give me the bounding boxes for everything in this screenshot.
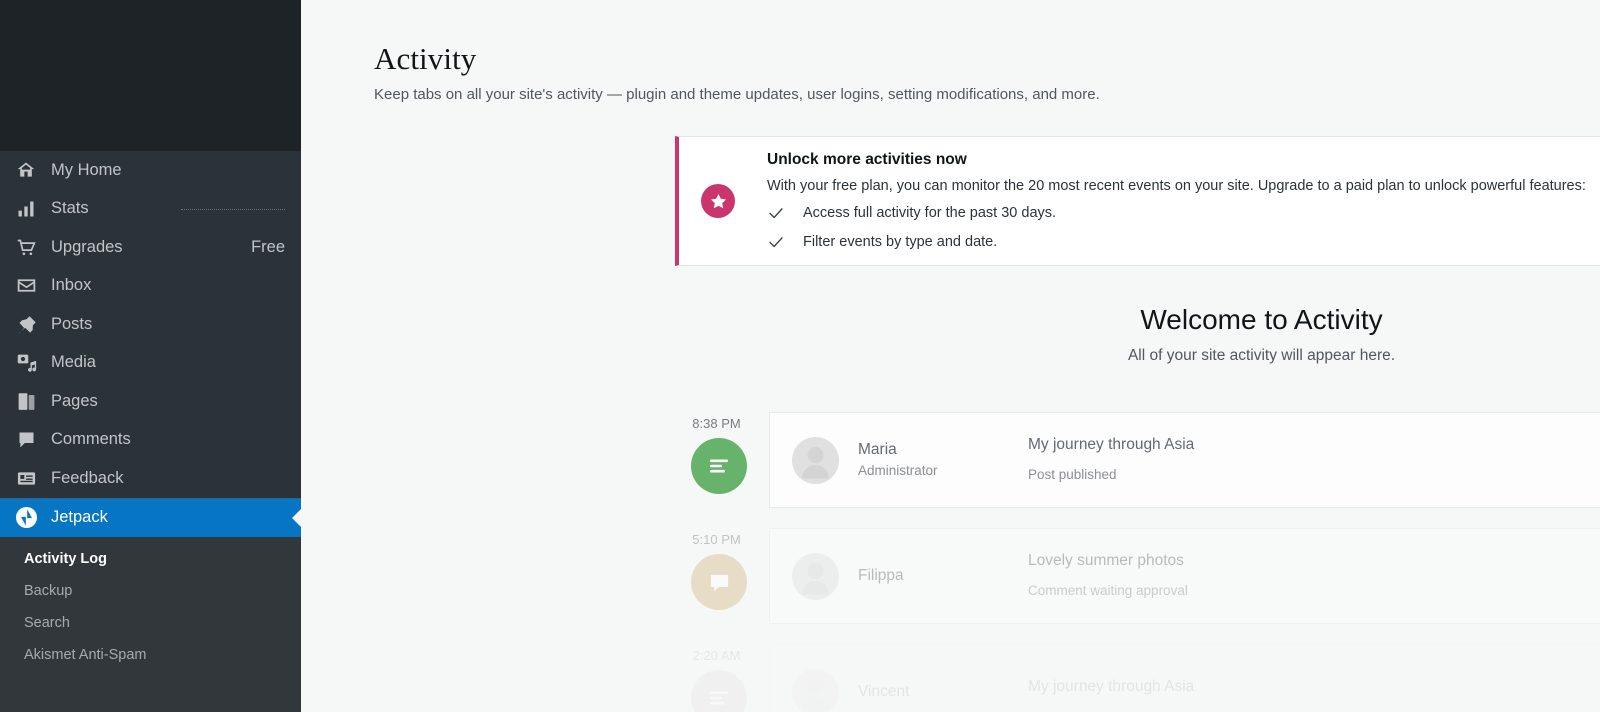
activity-detail-status: Comment waiting approval: [1028, 583, 1188, 598]
media-icon: [14, 351, 38, 375]
sidebar: My Home Stats Upgrades Free Inbox Posts …: [0, 0, 301, 712]
active-pointer-arrow: [292, 508, 301, 527]
submenu-item-activity-log[interactable]: Activity Log: [0, 543, 301, 575]
activity-row-gutter: 8:38 PM: [675, 412, 769, 494]
pages-icon: [14, 389, 38, 413]
activity-detail: My journey through Asia Post published: [1028, 435, 1600, 485]
comment-bubble-icon: [691, 554, 747, 610]
sidebar-item-label: Upgrades: [51, 237, 123, 256]
activity-user-role: Administrator: [858, 462, 938, 478]
sidebar-item-stats[interactable]: Stats: [0, 190, 301, 229]
activity-row-gutter: 2:20 AM: [675, 644, 769, 712]
activity-user-name: Filippa: [858, 566, 904, 584]
pin-icon: [14, 312, 38, 336]
sidebar-nav-list: My Home Stats Upgrades Free Inbox Posts …: [0, 151, 301, 537]
upgrade-banner: Unlock more activities now With your fre…: [675, 136, 1600, 266]
star-icon: [701, 184, 735, 218]
sidebar-item-badge: Free: [251, 237, 285, 256]
sidebar-item-comments[interactable]: Comments: [0, 421, 301, 460]
envelope-icon: [14, 274, 38, 298]
sidebar-item-feedback[interactable]: Feedback: [0, 459, 301, 498]
sidebar-item-my-home[interactable]: My Home: [0, 151, 301, 190]
activity-user: Vincent: [770, 668, 1028, 712]
activity-user: Filippa: [770, 552, 1028, 600]
check-icon: [767, 204, 785, 222]
sidebar-item-label: Posts: [51, 314, 93, 333]
banner-feature-list: Access full activity for the past 30 day…: [767, 203, 1600, 252]
main-content: Activity Keep tabs on all your site's ac…: [301, 0, 1600, 712]
activity-row[interactable]: 2:20 AM Vincent My journey through Asia: [675, 644, 1600, 712]
banner-feature-item: Access full activity for the past 30 day…: [767, 203, 1600, 223]
sidebar-item-label: Feedback: [51, 468, 124, 487]
sidebar-item-jetpack[interactable]: Jetpack: [0, 497, 301, 537]
sidebar-item-media[interactable]: Media: [0, 344, 301, 383]
welcome-block: Welcome to Activity All of your site act…: [675, 300, 1600, 368]
page-description: Keep tabs on all your site's activity — …: [374, 86, 1100, 103]
welcome-title: Welcome to Activity: [1140, 304, 1383, 335]
submenu-item-search[interactable]: Search: [0, 607, 301, 639]
page-title: Activity: [374, 41, 477, 76]
page-header: Activity Keep tabs on all your site's ac…: [301, 0, 1600, 106]
check-icon: [767, 233, 785, 251]
post-published-icon: [691, 670, 747, 712]
activity-detail-title: My journey through Asia: [1028, 436, 1195, 453]
sidebar-item-label: My Home: [51, 160, 122, 179]
submenu-item-akismet-anti-spam[interactable]: Akismet Anti-Spam: [0, 639, 301, 671]
jetpack-icon: [14, 506, 38, 530]
activity-card[interactable]: Maria Administrator My journey through A…: [769, 412, 1600, 508]
feedback-icon: [14, 466, 38, 490]
activity-time: 5:10 PM: [692, 532, 741, 547]
sidebar-header-area: [0, 0, 301, 151]
activity-user-name: Maria: [858, 440, 897, 458]
sidebar-item-label: Comments: [51, 430, 131, 448]
sidebar-item-label: Media: [51, 353, 96, 371]
activity-detail: My journey through Asia: [1028, 677, 1600, 707]
home-icon: [14, 158, 38, 182]
sidebar-item-label: Inbox: [51, 276, 92, 294]
activity-time: 2:20 AM: [692, 648, 741, 663]
sidebar-item-label: Pages: [51, 391, 98, 410]
banner-text: With your free plan, you can monitor the…: [767, 178, 1586, 194]
activity-row-gutter: 5:10 PM: [675, 528, 769, 610]
banner-body: Unlock more activities now With your fre…: [735, 150, 1600, 252]
activity-detail: Lovely summer photos Comment waiting app…: [1028, 551, 1600, 601]
activity-card[interactable]: Filippa Lovely summer photos Comment wai…: [769, 528, 1600, 624]
cart-icon: [14, 235, 38, 259]
activity-row[interactable]: 5:10 PM Filippa Lovely summer photos Com…: [675, 528, 1600, 624]
activity-detail-title: Lovely summer photos: [1028, 552, 1184, 569]
post-published-icon: [691, 438, 747, 494]
banner-title: Unlock more activities now: [767, 151, 967, 168]
submenu-item-backup[interactable]: Backup: [0, 575, 301, 607]
avatar: [792, 668, 839, 712]
sidebar-item-pages[interactable]: Pages: [0, 382, 301, 421]
banner-feature-item: Filter events by type and date.: [767, 232, 1600, 252]
activity-user-name: Vincent: [858, 682, 910, 700]
app-root: My Home Stats Upgrades Free Inbox Posts …: [0, 0, 1600, 712]
banner-feature-label: Filter events by type and date.: [803, 234, 998, 250]
activity-user: Maria Administrator: [770, 436, 1028, 484]
sidebar-item-inbox[interactable]: Inbox: [0, 267, 301, 306]
activity-user-meta: Vincent: [858, 682, 909, 703]
sidebar-item-upgrades[interactable]: Upgrades Free: [0, 228, 301, 267]
avatar: [792, 552, 839, 600]
sidebar-divider-dots: [181, 208, 285, 210]
activity-list: 8:38 PM Maria Administrator My journey t…: [675, 412, 1600, 712]
sidebar-item-posts[interactable]: Posts: [0, 305, 301, 344]
activity-detail-status: Post published: [1028, 467, 1117, 482]
activity-user-meta: Filippa: [858, 566, 904, 587]
sidebar-item-label: Jetpack: [51, 507, 108, 526]
activity-user-meta: Maria Administrator: [858, 440, 938, 481]
bar-chart-icon: [14, 197, 38, 221]
activity-time: 8:38 PM: [692, 416, 741, 431]
comment-icon: [14, 428, 38, 452]
activity-row[interactable]: 8:38 PM Maria Administrator My journey t…: [675, 412, 1600, 508]
jetpack-submenu: Activity Log Backup Search Akismet Anti-…: [0, 536, 301, 712]
activity-card[interactable]: Vincent My journey through Asia: [769, 644, 1600, 712]
avatar: [792, 436, 839, 484]
welcome-subtitle: All of your site activity will appear he…: [1127, 347, 1396, 364]
banner-feature-label: Access full activity for the past 30 day…: [803, 205, 1057, 221]
activity-detail-title: My journey through Asia: [1028, 678, 1195, 695]
